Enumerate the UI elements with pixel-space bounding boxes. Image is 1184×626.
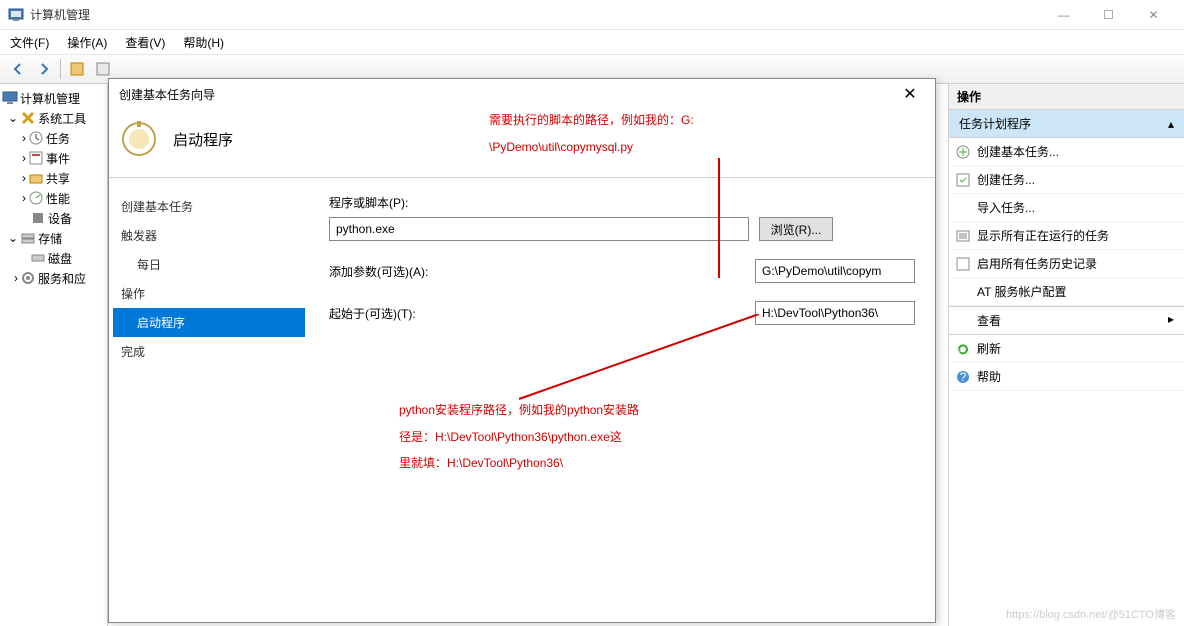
dialog-header-text: 启动程序: [173, 129, 233, 150]
tree-task-scheduler[interactable]: › 任务: [2, 128, 105, 148]
perf-icon: [28, 190, 44, 206]
tree-storage[interactable]: ⌄ 存储: [2, 228, 105, 248]
tree-services[interactable]: › 服务和应: [2, 268, 105, 288]
wizard-icon: [955, 144, 971, 160]
minimize-button[interactable]: —: [1041, 1, 1086, 29]
actions-panel: 操作 任务计划程序 ▴ 创建基本任务... 创建任务... 导入任务... 显示…: [948, 84, 1184, 626]
share-icon: [28, 170, 44, 186]
action-help[interactable]: ? 帮助: [949, 363, 1184, 391]
services-icon: [20, 270, 36, 286]
action-refresh[interactable]: 刷新: [949, 335, 1184, 363]
step-create-basic-task[interactable]: 创建基本任务: [113, 192, 305, 221]
actions-header: 操作: [949, 84, 1184, 110]
collapse-icon: ▴: [1168, 117, 1174, 131]
tree-event-viewer[interactable]: › 事件: [2, 148, 105, 168]
clock-icon: [28, 130, 44, 146]
nav-tree: 计算机管理 ⌄ 系统工具 › 任务 › 事件 › 共享 › 性能: [0, 84, 108, 626]
create-basic-task-wizard-dialog: 创建基本任务向导 ✕ 启动程序 创建基本任务 触发器 每日 操作 启动程序 完成…: [108, 78, 936, 623]
menu-view[interactable]: 查看(V): [125, 34, 165, 51]
menu-help[interactable]: 帮助(H): [183, 34, 224, 51]
action-show-running[interactable]: 显示所有正在运行的任务: [949, 222, 1184, 250]
step-action[interactable]: 操作: [113, 279, 305, 308]
wizard-steps: 创建基本任务 触发器 每日 操作 启动程序 完成: [109, 178, 309, 621]
browse-button[interactable]: 浏览(R)...: [759, 217, 833, 241]
menubar: 文件(F) 操作(A) 查看(V) 帮助(H): [0, 30, 1184, 54]
tool-button-1[interactable]: [65, 57, 89, 81]
tree-disk-management[interactable]: 磁盘: [2, 248, 105, 268]
window-title: 计算机管理: [30, 6, 1041, 23]
actions-context[interactable]: 任务计划程序 ▴: [949, 110, 1184, 138]
maximize-button[interactable]: ☐: [1086, 1, 1131, 29]
args-input[interactable]: [755, 259, 915, 283]
computer-icon: [2, 90, 18, 106]
dialog-close-button[interactable]: ✕: [895, 84, 925, 104]
wizard-header-icon: [119, 119, 159, 159]
help-icon: ?: [955, 369, 971, 385]
task-icon: [955, 172, 971, 188]
step-trigger[interactable]: 触发器: [113, 221, 305, 250]
wizard-form: 程序或脚本(P): 浏览(R)... 添加参数(可选)(A): 起始于(可选)(…: [309, 178, 935, 621]
tree-root[interactable]: 计算机管理: [2, 88, 105, 108]
annotation-arrow-2: [509, 314, 769, 404]
storage-icon: [20, 230, 36, 246]
dialog-titlebar: 创建基本任务向导 ✕: [109, 79, 935, 109]
menu-action[interactable]: 操作(A): [67, 34, 107, 51]
step-start-program[interactable]: 启动程序: [113, 308, 305, 337]
action-enable-history[interactable]: 启用所有任务历史记录: [949, 250, 1184, 278]
close-button[interactable]: ✕: [1131, 1, 1176, 29]
main-titlebar: 计算机管理 — ☐ ✕: [0, 0, 1184, 30]
args-label: 添加参数(可选)(A):: [329, 263, 559, 280]
list-icon: [955, 228, 971, 244]
app-icon: [8, 7, 24, 23]
event-icon: [28, 150, 44, 166]
chevron-right-icon: ▸: [1168, 312, 1174, 329]
program-input[interactable]: [329, 217, 749, 241]
annotation-python-path: python安装程序路径，例如我的python安装路 径是：H:\DevTool…: [399, 396, 639, 476]
disk-icon: [30, 250, 46, 266]
tree-performance[interactable]: › 性能: [2, 188, 105, 208]
menu-file[interactable]: 文件(F): [10, 34, 49, 51]
action-at-config[interactable]: AT 服务帐户配置: [949, 278, 1184, 306]
tree-shared-folders[interactable]: › 共享: [2, 168, 105, 188]
tree-system-tools[interactable]: ⌄ 系统工具: [2, 108, 105, 128]
device-icon: [30, 210, 46, 226]
refresh-icon: [955, 341, 971, 357]
program-label: 程序或脚本(P):: [329, 194, 915, 211]
start-in-input[interactable]: [755, 301, 915, 325]
dialog-title: 创建基本任务向导: [119, 86, 895, 103]
action-import-task[interactable]: 导入任务...: [949, 194, 1184, 222]
step-finish[interactable]: 完成: [113, 337, 305, 366]
svg-text:?: ?: [960, 370, 967, 384]
history-icon: [955, 256, 971, 272]
forward-button[interactable]: [32, 57, 56, 81]
action-create-task[interactable]: 创建任务...: [949, 166, 1184, 194]
action-view[interactable]: 查看 ▸: [949, 306, 1184, 335]
tree-device-manager[interactable]: 设备: [2, 208, 105, 228]
start-in-label: 起始于(可选)(T):: [329, 305, 559, 322]
watermark: https://blog.csdn.net/@51CTO博客: [1006, 606, 1176, 622]
tools-icon: [20, 110, 36, 126]
dialog-header: 启动程序: [109, 109, 935, 178]
back-button[interactable]: [6, 57, 30, 81]
step-daily[interactable]: 每日: [113, 250, 305, 279]
action-create-basic-task[interactable]: 创建基本任务...: [949, 138, 1184, 166]
